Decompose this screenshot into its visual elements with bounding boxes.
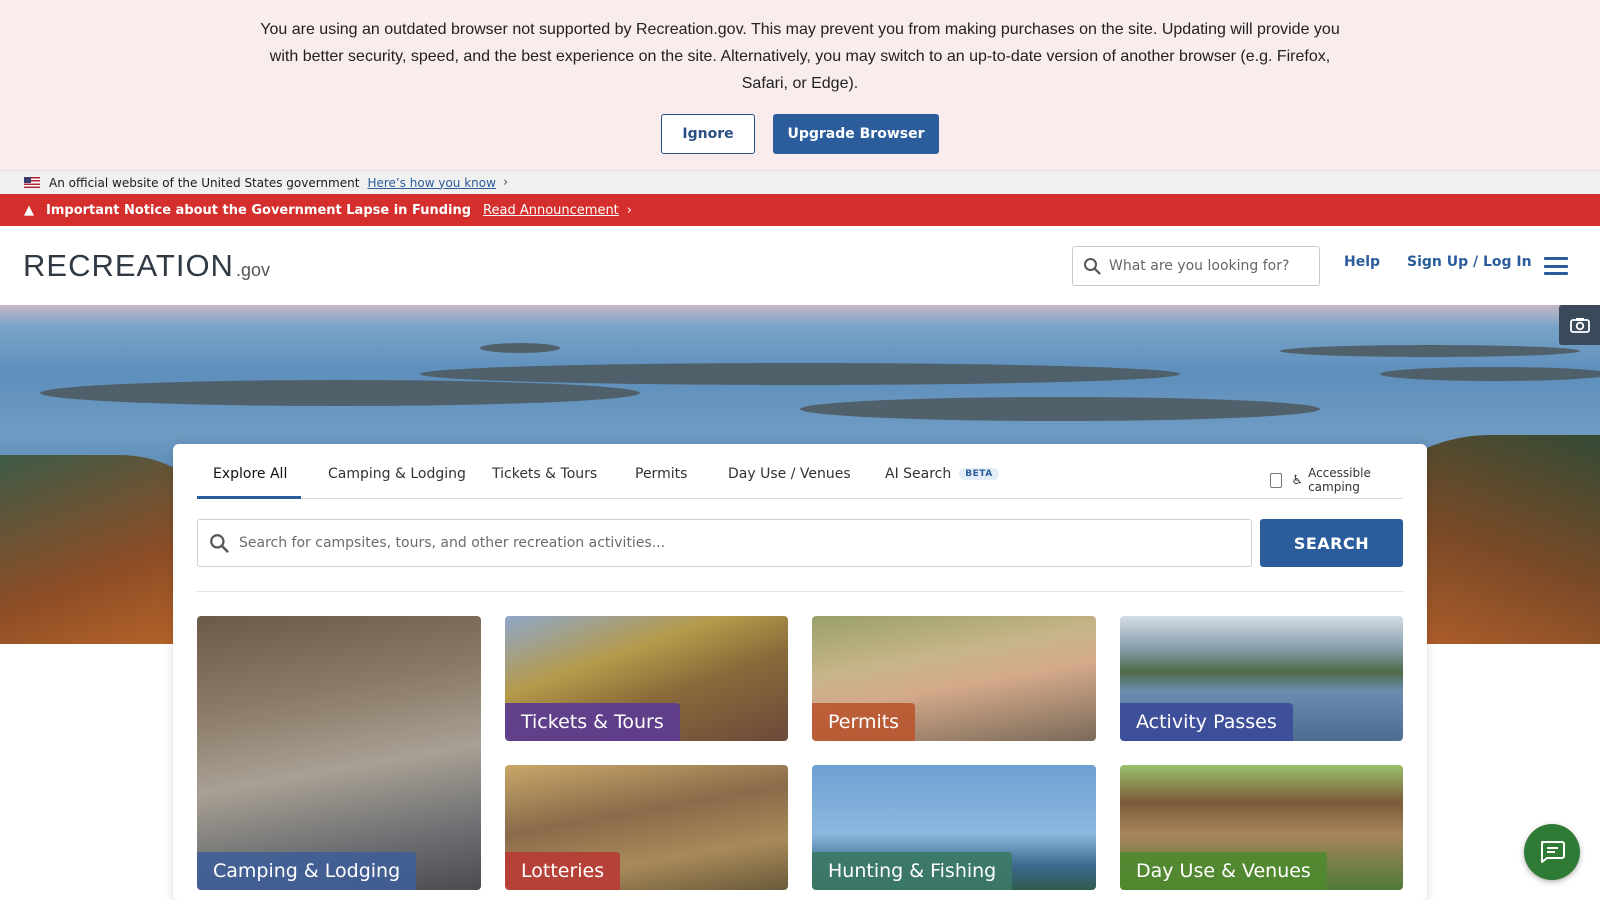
tab-day-use-venues[interactable]: Day Use / Venues xyxy=(728,466,851,482)
gov-banner: An official website of the United States… xyxy=(0,171,1600,194)
search-tabs: Explore All Camping & Lodging Tickets & … xyxy=(197,444,1403,499)
accessible-camping-label: Accessible camping xyxy=(1308,466,1371,494)
alert-text: Important Notice about the Government La… xyxy=(46,202,472,218)
search-icon xyxy=(210,534,229,553)
tab-ai-search-label: AI Search xyxy=(885,466,952,482)
outdated-browser-banner: You are using an outdated browser not su… xyxy=(0,0,1600,171)
tab-ai-search[interactable]: AI Search BETA xyxy=(885,466,999,482)
search-button[interactable]: SEARCH xyxy=(1260,519,1403,567)
accessibility-icon: ♿ xyxy=(1291,472,1304,488)
tile-lotteries[interactable]: Lotteries xyxy=(505,765,788,890)
search-icon xyxy=(1084,258,1101,275)
accessible-camping-toggle[interactable]: ♿ Accessible camping xyxy=(1270,466,1403,494)
divider xyxy=(197,591,1403,592)
upgrade-browser-button[interactable]: Upgrade Browser xyxy=(773,114,939,154)
tile-tickets-tours[interactable]: Tickets & Tours xyxy=(505,616,788,741)
read-announcement-link[interactable]: Read Announcement xyxy=(483,203,619,218)
site-header: RECREATION .gov What are you looking for… xyxy=(0,226,1600,305)
camera-icon[interactable] xyxy=(1559,305,1600,345)
tile-activity-passes-label: Activity Passes xyxy=(1120,703,1293,741)
tile-camping-lodging-label: Camping & Lodging xyxy=(197,852,417,890)
logo-wordmark: RECREATION xyxy=(23,248,234,283)
recreation-gov-logo[interactable]: RECREATION .gov xyxy=(23,248,270,284)
warning-icon: ▲ xyxy=(24,202,34,218)
search-card: Explore All Camping & Lodging Tickets & … xyxy=(173,444,1427,900)
main-search-placeholder: Search for campsites, tours, and other r… xyxy=(239,535,666,551)
tile-camping-lodging[interactable]: Camping & Lodging xyxy=(197,616,481,890)
tile-tickets-tours-label: Tickets & Tours xyxy=(505,703,680,741)
tile-hunting-fishing-label: Hunting & Fishing xyxy=(812,852,1013,890)
tab-explore-all[interactable]: Explore All xyxy=(213,466,287,482)
tab-permits[interactable]: Permits xyxy=(635,466,687,482)
tile-day-use-venues-label: Day Use & Venues xyxy=(1120,852,1327,890)
tile-permits-label: Permits xyxy=(812,703,916,741)
outdated-browser-message: You are using an outdated browser not su… xyxy=(260,21,1340,92)
tile-lotteries-label: Lotteries xyxy=(505,852,621,890)
chevron-right-icon: › xyxy=(626,202,632,218)
gov-banner-text: An official website of the United States… xyxy=(49,175,360,190)
chat-icon[interactable] xyxy=(1524,824,1580,880)
beta-badge: BETA xyxy=(959,468,999,480)
header-search-input[interactable]: What are you looking for? xyxy=(1072,246,1320,286)
tile-day-use-venues[interactable]: Day Use & Venues xyxy=(1120,765,1403,890)
logo-suffix: .gov xyxy=(235,260,270,280)
tab-camping-lodging[interactable]: Camping & Lodging xyxy=(328,466,466,482)
sign-up-login-link[interactable]: Sign Up / Log In xyxy=(1407,254,1532,270)
active-tab-indicator xyxy=(197,496,301,499)
header-search-placeholder: What are you looking for? xyxy=(1109,258,1290,274)
tile-hunting-fishing[interactable]: Hunting & Fishing xyxy=(812,765,1096,890)
us-flag-icon xyxy=(24,177,40,188)
ignore-button[interactable]: Ignore xyxy=(661,114,755,154)
help-link[interactable]: Help xyxy=(1344,254,1380,270)
tile-permits[interactable]: Permits xyxy=(812,616,1096,741)
tile-activity-passes[interactable]: Activity Passes xyxy=(1120,616,1403,741)
funding-alert-bar: ▲ Important Notice about the Government … xyxy=(0,194,1600,226)
main-search-input[interactable]: Search for campsites, tours, and other r… xyxy=(197,519,1252,567)
menu-icon[interactable] xyxy=(1544,257,1568,275)
chevron-right-icon: › xyxy=(502,175,509,190)
tab-tickets-tours[interactable]: Tickets & Tours xyxy=(492,466,597,482)
how-you-know-link[interactable]: Here’s how you know xyxy=(367,176,496,190)
accessible-camping-checkbox[interactable] xyxy=(1270,472,1283,488)
